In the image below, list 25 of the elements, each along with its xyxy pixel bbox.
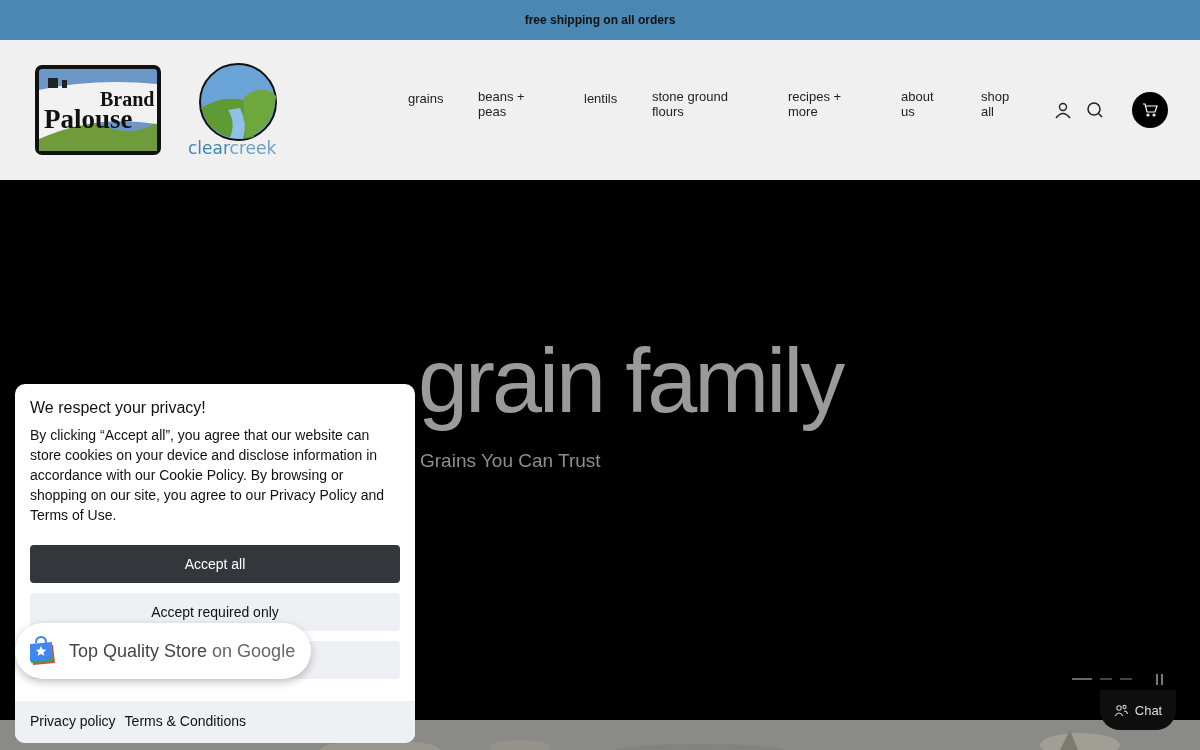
- accept-all-button[interactable]: Accept all: [30, 545, 400, 583]
- badge-label: Top Quality Store on Google: [69, 640, 296, 662]
- account-icon[interactable]: [1054, 101, 1072, 119]
- dialog-title: We respect your privacy!: [30, 399, 207, 417]
- search-icon[interactable]: [1086, 101, 1104, 119]
- cart-icon: [1142, 103, 1158, 117]
- dialog-text: By clicking “Accept all”, you agree that our website can store cookies on your device and disclose information in accordance with our Cookie Policy. By browsing or shopping on our site, you agree to our Privacy Policy and Terms of Use.: [30, 426, 386, 525]
- footer-link[interactable]: Terms & Conditions: [124, 713, 246, 729]
- nav-link[interactable]: recipes + more: [788, 89, 848, 119]
- chat-button[interactable]: Chat: [1100, 690, 1176, 730]
- shopping-bag-icon: [27, 636, 57, 666]
- footer-link[interactable]: Privacy policy: [30, 713, 116, 729]
- nav-link[interactable]: beans + peas: [478, 89, 528, 119]
- pause-icon[interactable]: [1156, 674, 1164, 685]
- hero-subtitle: Grains You Can Trust: [420, 450, 601, 472]
- store-badge-toast[interactable]: Top Quality Store on Google: [15, 623, 312, 679]
- nav-link[interactable]: about us: [901, 89, 937, 119]
- nav-link[interactable]: shop all: [981, 89, 1011, 119]
- cart-button[interactable]: [1132, 92, 1168, 128]
- hero-heading: grain family: [418, 330, 843, 433]
- nav-link[interactable]: stone ground flours: [652, 89, 742, 119]
- announcement-text: free shipping on all orders: [524, 13, 676, 27]
- people-icon: [1113, 703, 1128, 717]
- nav-link[interactable]: lentils: [584, 91, 624, 106]
- nav-link[interactable]: grains: [408, 91, 444, 106]
